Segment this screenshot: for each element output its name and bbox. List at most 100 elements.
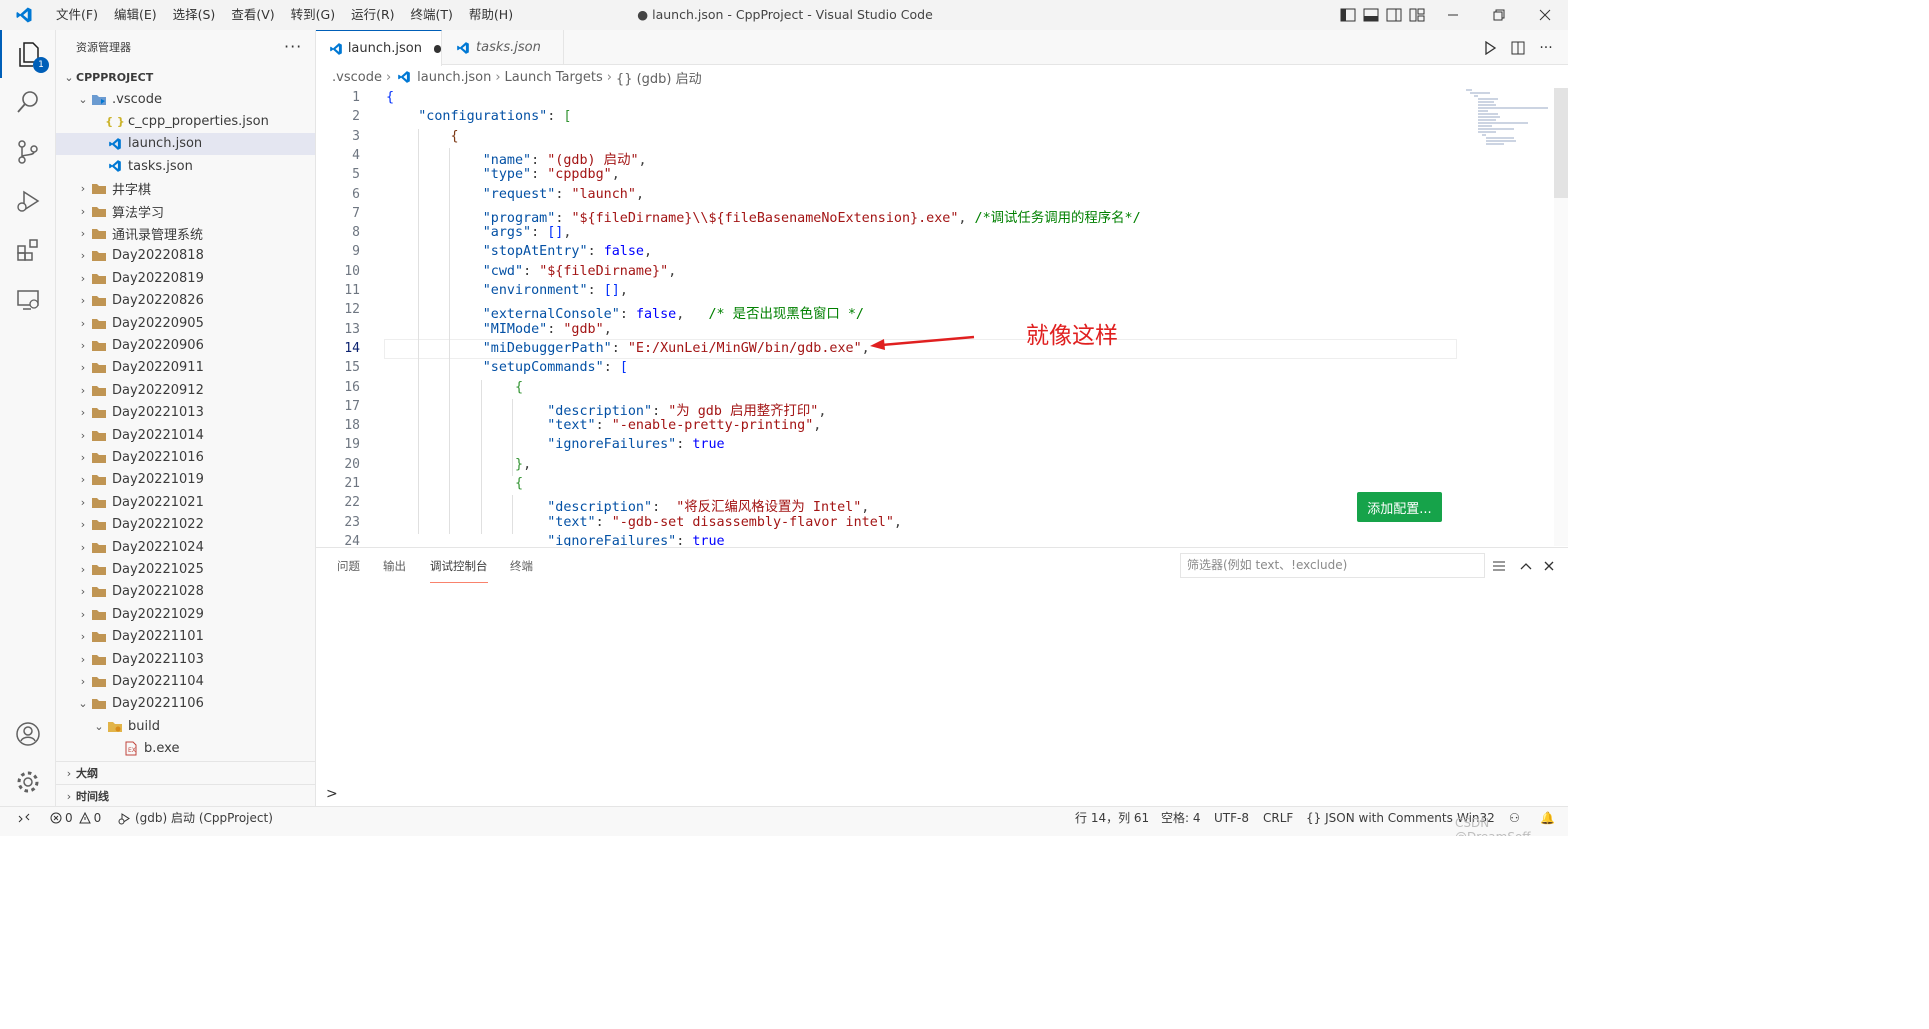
search-icon[interactable] (0, 78, 56, 126)
tab-launch-json[interactable]: launch.json (316, 30, 442, 66)
manage-gear-icon[interactable] (0, 758, 56, 806)
tree-item[interactable]: › Day20221021 (56, 491, 315, 513)
tree-item[interactable]: › Day20220818 (56, 245, 315, 267)
outline-section-header[interactable]: › 大纲 (56, 762, 315, 784)
tree-item[interactable]: › Day20220911 (56, 357, 315, 379)
tab-output[interactable]: 输出 (383, 548, 406, 583)
more-actions-icon[interactable]: ··· (1532, 30, 1560, 65)
filter-input[interactable]: 筛选器(例如 text、!exclude) (1180, 553, 1485, 578)
menu-item[interactable]: 帮助(H) (461, 0, 521, 30)
tree-item[interactable]: › Day20220905 (56, 312, 315, 334)
remote-icon[interactable] (18, 807, 30, 836)
indentation[interactable]: 空格: 4 (1161, 807, 1201, 836)
tree-item[interactable]: › Day20221029 (56, 603, 315, 625)
tab-tasks-json[interactable]: tasks.json (442, 30, 564, 65)
breadcrumb-folder[interactable]: .vscode (332, 70, 382, 85)
clear-console-icon[interactable] (1488, 553, 1510, 578)
code-line: }, (386, 457, 531, 472)
tree-item[interactable]: ⌄ Day20221106 (56, 693, 315, 715)
menu-item[interactable]: 运行(R) (343, 0, 402, 30)
breadcrumb-config[interactable]: {} (gdb) 启动 (616, 68, 702, 87)
cursor-position[interactable]: 行 14，列 61 (1075, 807, 1149, 836)
tree-item[interactable]: › Day20221028 (56, 581, 315, 603)
extensions-icon[interactable] (0, 226, 56, 274)
toggle-panel-icon[interactable] (1359, 0, 1382, 30)
maximize-panel-icon[interactable] (1515, 553, 1537, 578)
minimize-icon[interactable] (1430, 0, 1476, 30)
chevron-down-icon: ⌄ (78, 92, 88, 106)
close-panel-icon[interactable] (1538, 553, 1560, 578)
scrollbar-thumb[interactable] (1554, 88, 1568, 198)
tree-item[interactable]: tasks.json (56, 155, 315, 177)
tree-item[interactable]: › Day20221025 (56, 558, 315, 580)
line-endings[interactable]: CRLF (1263, 807, 1293, 836)
customize-layout-icon[interactable] (1405, 0, 1428, 30)
explorer-icon[interactable]: 1 (0, 30, 56, 78)
project-root-header[interactable]: ⌄ CPPPROJECT (56, 66, 315, 88)
encoding[interactable]: UTF-8 (1214, 807, 1249, 836)
tree-item[interactable]: › Day20221014 (56, 424, 315, 446)
source-control-icon[interactable] (0, 128, 56, 176)
line-number: 9 (352, 244, 360, 260)
code-editor[interactable]: 1 2 3 4 5 6 7 8 9 10 11 12 13 14 15 16 17 18 19 20 21 22 23 24 … (316, 88, 1568, 546)
unsaved-dot-icon[interactable] (433, 44, 441, 53)
tree-item[interactable]: › Day20221013 (56, 402, 315, 424)
tree-item[interactable]: EX b.exe (56, 738, 315, 760)
code-token: , (563, 225, 572, 241)
tree-item-label: tasks.json (128, 158, 193, 174)
code-token: , (958, 210, 975, 226)
breadcrumb-file[interactable]: launch.json (417, 70, 491, 85)
toggle-primary-sidebar-icon[interactable] (1336, 0, 1359, 30)
tree-item[interactable]: › 算法学习 (56, 200, 315, 222)
run-icon[interactable] (1476, 30, 1504, 65)
tree-item[interactable]: › Day20221103 (56, 648, 315, 670)
timeline-section-header[interactable]: › 时间线 (56, 785, 315, 807)
tree-item[interactable]: › 通讯录管理系统 (56, 222, 315, 244)
tree-item[interactable]: › Day20221019 (56, 469, 315, 491)
tree-item[interactable]: › Day20220826 (56, 290, 315, 312)
language-mode[interactable]: {} JSON with Comments (1306, 807, 1453, 836)
tree-item-label: Day20220905 (112, 315, 204, 331)
menu-item[interactable]: 终端(T) (403, 0, 461, 30)
tab-terminal[interactable]: 终端 (510, 548, 533, 583)
tree-item[interactable]: { } c_cpp_properties.json (56, 110, 315, 132)
menu-item[interactable]: 转到(G) (283, 0, 343, 30)
tree-item[interactable]: ⌄ .vscode (56, 88, 315, 110)
console-prompt[interactable]: > (326, 786, 338, 802)
add-configuration-button[interactable]: 添加配置... (1357, 492, 1442, 522)
close-icon[interactable] (1522, 0, 1568, 30)
tree-item[interactable]: › Day20221101 (56, 626, 315, 648)
remote-explorer-icon[interactable] (0, 276, 56, 324)
problems-status[interactable]: 0 0 (50, 807, 101, 829)
tree-item[interactable]: › Day20220912 (56, 379, 315, 401)
tree-item[interactable]: launch.json (56, 132, 315, 155)
breadcrumb-launch-targets[interactable]: Launch Targets (505, 70, 603, 85)
menu-item[interactable]: 文件(F) (48, 0, 106, 30)
split-editor-icon[interactable] (1504, 30, 1532, 65)
restore-icon[interactable] (1476, 0, 1522, 30)
tree-item[interactable]: › Day20221022 (56, 514, 315, 536)
editor-scrollbar[interactable] (1554, 88, 1568, 546)
minimap[interactable] (1464, 88, 1554, 148)
toggle-secondary-sidebar-icon[interactable] (1382, 0, 1405, 30)
more-actions-icon[interactable]: ··· (284, 30, 302, 64)
run-debug-icon[interactable] (0, 177, 56, 225)
menu-item[interactable]: 编辑(E) (106, 0, 165, 30)
tree-item[interactable]: › Day20220906 (56, 334, 315, 356)
tree-item[interactable]: › Day20221024 (56, 536, 315, 558)
line-number: 17 (344, 398, 360, 414)
debug-config-status[interactable]: (gdb) 启动 (CppProject) (118, 807, 273, 829)
code-token: { (450, 128, 459, 144)
menu-item[interactable]: 查看(V) (223, 0, 282, 30)
tab-problems[interactable]: 问题 (337, 548, 360, 583)
tree-item[interactable]: › Day20220819 (56, 267, 315, 289)
tree-item[interactable]: › Day20221104 (56, 670, 315, 692)
tree-item[interactable]: › Day20221016 (56, 446, 315, 468)
tree-item[interactable]: › 井字棋 (56, 178, 315, 200)
tree-item[interactable]: ⌄ build (56, 715, 315, 737)
accounts-icon[interactable] (0, 710, 56, 758)
menu-item[interactable]: 选择(S) (165, 0, 224, 30)
tab-debug-console[interactable]: 调试控制台 (430, 548, 488, 583)
